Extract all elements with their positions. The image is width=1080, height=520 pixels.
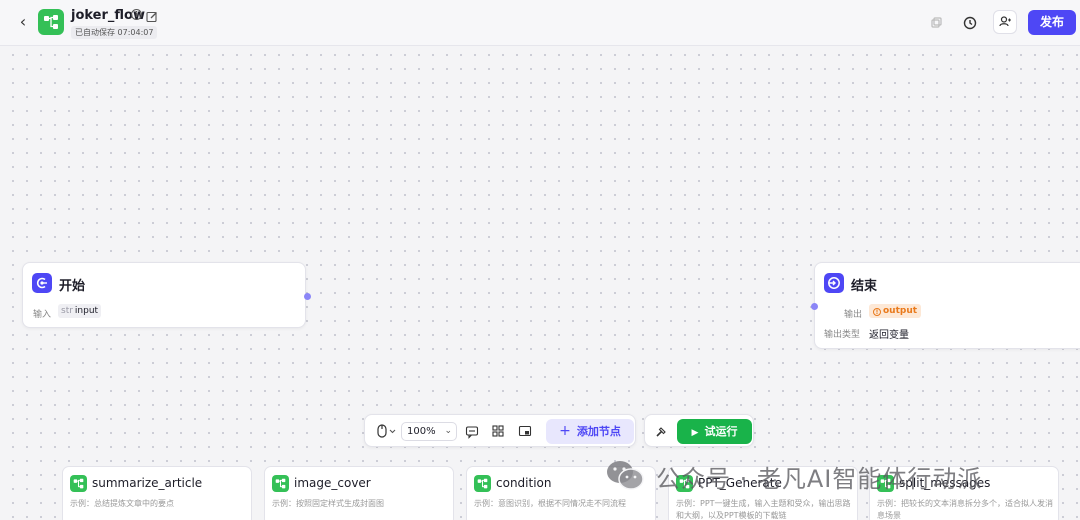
plugin-card-title: split_messages: [899, 476, 991, 490]
add-node-button[interactable]: + 添加节点: [546, 419, 634, 444]
publish-button[interactable]: 发布: [1028, 10, 1076, 35]
chevron-left-icon[interactable]: ‹: [14, 12, 32, 32]
plugin-card-desc: 示例：总结提炼文章中的要点: [70, 499, 174, 508]
workflow-icon: [38, 9, 64, 35]
history-icon[interactable]: [958, 11, 982, 35]
start-node-icon: [32, 273, 52, 293]
warning-icon: !: [873, 308, 881, 316]
plugin-card-title: image_cover: [294, 476, 371, 490]
workflow-icon: [676, 475, 693, 492]
workflow-icon: [474, 475, 491, 492]
collaborators-button[interactable]: [993, 10, 1017, 34]
info-icon[interactable]: i: [131, 9, 142, 20]
end-node-icon: [824, 273, 844, 293]
plugin-card-desc: 示例：PPT一键生成，输入主题和受众，输出思路和大纲，以及PPT模板的下载链: [676, 499, 851, 520]
input-variable-tag: str input: [58, 304, 102, 318]
end-input-port[interactable]: [811, 303, 818, 310]
input-name: input: [74, 306, 99, 316]
run-toolbar: ▶ 试运行: [644, 414, 754, 447]
play-icon: ▶: [691, 428, 699, 438]
output-label: 输出: [844, 310, 863, 320]
output-type-value: 返回变量: [869, 330, 909, 341]
plugin-card-desc: 示例：把较长的文本消息拆分多个，适合拟人发消息场景: [877, 499, 1053, 520]
start-node[interactable]: 开始 输入 str input: [22, 262, 306, 328]
end-node-title: 结束: [851, 279, 878, 294]
edit-icon[interactable]: [146, 8, 158, 23]
add-node-label: 添加节点: [576, 425, 621, 438]
autosave-status: 已自动保存 07:04:07: [71, 26, 158, 39]
comment-icon[interactable]: [465, 422, 479, 441]
copy-icon[interactable]: [924, 11, 948, 35]
debug-icon[interactable]: [654, 424, 668, 438]
workflow-icon: [70, 475, 87, 492]
start-node-title: 开始: [59, 279, 86, 294]
input-type: str: [61, 306, 73, 316]
plugin-card-title: condition: [496, 476, 552, 490]
editor-header: ‹ joker_flow i 已自动保存 07:04:07 发布: [0, 0, 1080, 46]
output-name: output: [883, 306, 918, 316]
plugin-card-image-cover[interactable]: image_cover 示例：按照固定样式生成封面图: [264, 466, 454, 520]
end-node[interactable]: 结束 输出 ! output 输出类型 返回变量: [814, 262, 1080, 349]
plugin-card-summarize-article[interactable]: summarize_article 示例：总结提炼文章中的要点: [62, 466, 252, 520]
canvas-toolbar: 100% ⌄ + 添加节点: [364, 414, 636, 447]
plugin-card-title: summarize_article: [92, 476, 203, 490]
workflow-icon: [272, 475, 289, 492]
output-variable-tag: ! output: [869, 304, 922, 318]
chevron-down-icon: ⌄: [444, 426, 452, 436]
test-run-label: 试运行: [704, 425, 738, 438]
plugin-card-desc: 示例：意图识别，根据不同情况走不同流程: [474, 499, 626, 508]
output-type-label: 输出类型: [824, 330, 861, 340]
plus-icon: +: [559, 423, 571, 439]
test-run-button[interactable]: ▶ 试运行: [677, 419, 752, 444]
workflow-icon: [877, 475, 894, 492]
input-label: 输入: [33, 310, 52, 320]
zoom-value: 100%: [407, 426, 436, 437]
plugin-card-title: PPT_Generate: [698, 476, 782, 490]
minimap-icon[interactable]: [518, 422, 532, 441]
plugin-card-condition[interactable]: condition 示例：意图识别，根据不同情况走不同流程: [466, 466, 656, 520]
mouse-mode-icon[interactable]: [373, 422, 399, 441]
start-output-port[interactable]: [304, 293, 311, 300]
plugin-card-split-messages[interactable]: split_messages 示例：把较长的文本消息拆分多个，适合拟人发消息场景: [869, 466, 1059, 520]
plugin-card-desc: 示例：按照固定样式生成封面图: [272, 499, 384, 508]
plugin-card-ppt-generate[interactable]: PPT_Generate 示例：PPT一键生成，输入主题和受众，输出思路和大纲，…: [668, 466, 858, 520]
zoom-select[interactable]: 100% ⌄: [401, 422, 457, 441]
auto-layout-icon[interactable]: [491, 422, 505, 441]
